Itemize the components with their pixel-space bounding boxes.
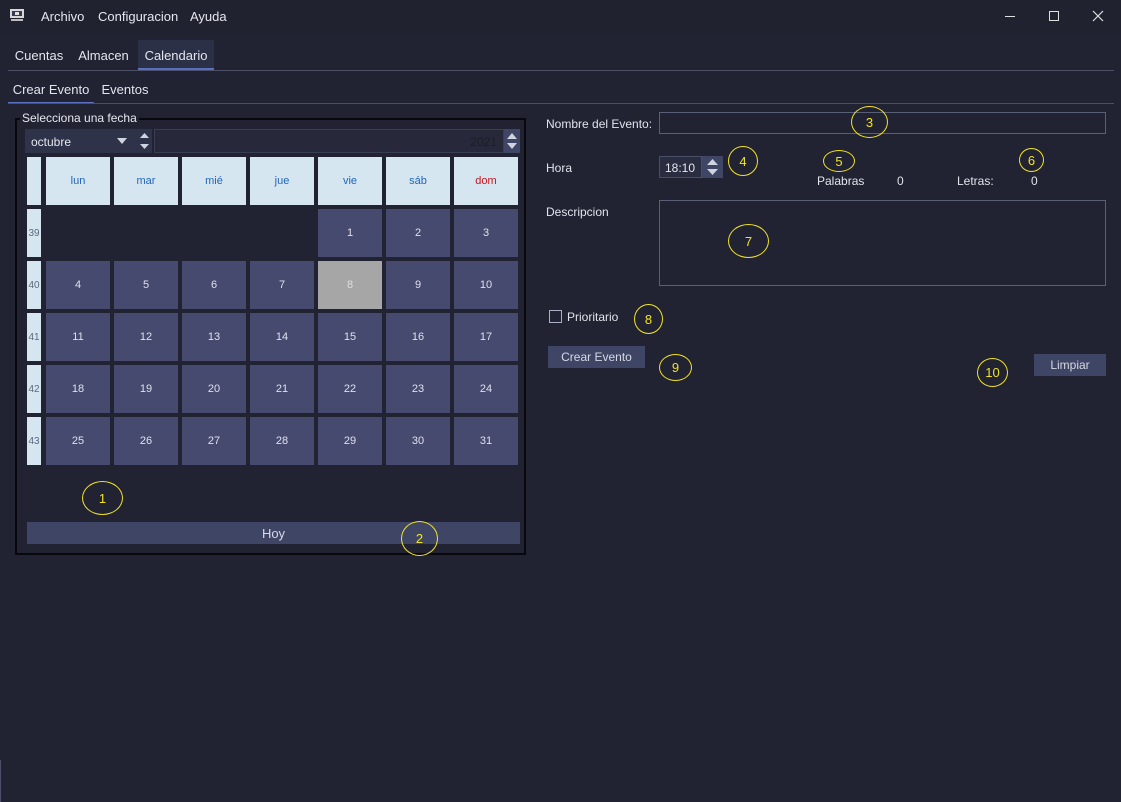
day-cell[interactable]: 25	[46, 417, 110, 465]
time-spinner[interactable]	[702, 156, 723, 178]
description-label: Descripcion	[546, 205, 609, 219]
day-cell[interactable]: 28	[250, 417, 314, 465]
month-select[interactable]: octubre	[25, 129, 137, 153]
maximize-icon	[1049, 11, 1059, 21]
day-cell[interactable]: 23	[386, 365, 450, 413]
day-cell[interactable]: 7	[250, 261, 314, 309]
day-cell[interactable]: 3	[454, 209, 518, 257]
letters-count: 0	[1031, 174, 1038, 188]
annotation-marker: 2	[401, 521, 438, 556]
calendar-group-title: Selecciona una fecha	[20, 111, 139, 125]
week-header-corner	[27, 157, 41, 205]
weekday-header: mié	[182, 157, 246, 205]
week-number: 43	[27, 417, 41, 465]
annotation-marker: 4	[728, 146, 758, 176]
day-cell[interactable]: 19	[114, 365, 178, 413]
tab-calendario[interactable]: Calendario	[138, 40, 214, 70]
weekday-header: mar	[114, 157, 178, 205]
weekday-header: sáb	[386, 157, 450, 205]
day-cell[interactable]: 10	[454, 261, 518, 309]
day-cell[interactable]: 27	[182, 417, 246, 465]
day-cell-selected[interactable]: 8	[318, 261, 382, 309]
day-cell[interactable]: 14	[250, 313, 314, 361]
day-cell[interactable]: 15	[318, 313, 382, 361]
annotation-marker: 7	[728, 224, 769, 258]
year-spinner[interactable]	[504, 129, 520, 153]
priority-checkbox[interactable]	[549, 310, 562, 323]
spin-arrows-icon	[707, 159, 718, 175]
words-label: Palabras	[817, 174, 865, 188]
annotation-marker: 10	[977, 358, 1008, 387]
create-event-button[interactable]: Crear Evento	[548, 346, 645, 368]
annotation-marker: 9	[659, 354, 692, 381]
close-button[interactable]	[1078, 4, 1118, 28]
description-textarea[interactable]	[659, 200, 1106, 286]
close-icon	[1092, 10, 1104, 22]
month-spinner[interactable]	[137, 129, 152, 153]
letters-label: Letras:	[957, 174, 994, 188]
maximize-button[interactable]	[1034, 4, 1074, 28]
week-number: 41	[27, 313, 41, 361]
day-cell[interactable]: 9	[386, 261, 450, 309]
app-icon	[9, 8, 25, 22]
priority-label: Prioritario	[567, 310, 619, 324]
day-cell[interactable]: 11	[46, 313, 110, 361]
day-cell[interactable]: 20	[182, 365, 246, 413]
chevron-down-icon	[117, 138, 127, 144]
spin-arrows-icon	[507, 133, 517, 149]
year-input[interactable]: 2021	[154, 129, 504, 153]
main-tabs-divider	[8, 70, 1114, 71]
menu-configuracion[interactable]: Configuracion	[98, 9, 178, 24]
today-button[interactable]: Hoy	[27, 522, 520, 544]
day-cell[interactable]: 30	[386, 417, 450, 465]
tab-cuentas[interactable]: Cuentas	[8, 40, 70, 70]
day-cell[interactable]: 24	[454, 365, 518, 413]
weekday-header: lun	[46, 157, 110, 205]
annotation-marker: 8	[634, 304, 663, 334]
words-count: 0	[897, 174, 904, 188]
month-value: octubre	[31, 135, 72, 149]
annotation-marker: 1	[82, 481, 123, 515]
menu-archivo[interactable]: Archivo	[41, 9, 84, 24]
weekday-header: jue	[250, 157, 314, 205]
clear-button[interactable]: Limpiar	[1034, 354, 1106, 376]
spin-arrows-icon	[140, 133, 149, 149]
day-cell[interactable]: 12	[114, 313, 178, 361]
day-cell[interactable]: 29	[318, 417, 382, 465]
day-cell[interactable]: 17	[454, 313, 518, 361]
annotation-marker: 6	[1019, 148, 1044, 172]
weekday-header-sunday: dom	[454, 157, 518, 205]
day-cell[interactable]: 16	[386, 313, 450, 361]
minimize-icon	[1005, 16, 1015, 17]
time-label: Hora	[546, 161, 573, 175]
annotation-marker: 5	[823, 150, 855, 172]
weekday-header: vie	[318, 157, 382, 205]
day-cell[interactable]: 13	[182, 313, 246, 361]
week-number: 40	[27, 261, 41, 309]
time-input[interactable]: 18:10	[659, 156, 702, 178]
tab-almacen[interactable]: Almacen	[70, 40, 137, 70]
annotation-marker: 3	[851, 106, 888, 138]
day-cell[interactable]: 31	[454, 417, 518, 465]
day-cell[interactable]: 5	[114, 261, 178, 309]
sub-tabs-divider	[8, 103, 1114, 104]
minimize-button[interactable]	[990, 4, 1030, 28]
day-cell[interactable]: 22	[318, 365, 382, 413]
window-edge	[0, 760, 1, 802]
tab-eventos[interactable]: Eventos	[94, 74, 156, 104]
day-cell[interactable]: 26	[114, 417, 178, 465]
event-name-label: Nombre del Evento:	[546, 117, 653, 131]
day-cell[interactable]: 6	[182, 261, 246, 309]
tab-crear-evento[interactable]: Crear Evento	[8, 74, 94, 104]
week-number: 39	[27, 209, 41, 257]
day-cell[interactable]: 21	[250, 365, 314, 413]
menu-ayuda[interactable]: Ayuda	[190, 9, 227, 24]
day-cell[interactable]: 1	[318, 209, 382, 257]
week-number: 42	[27, 365, 41, 413]
day-cell[interactable]: 2	[386, 209, 450, 257]
day-cell[interactable]: 4	[46, 261, 110, 309]
day-cell[interactable]: 18	[46, 365, 110, 413]
